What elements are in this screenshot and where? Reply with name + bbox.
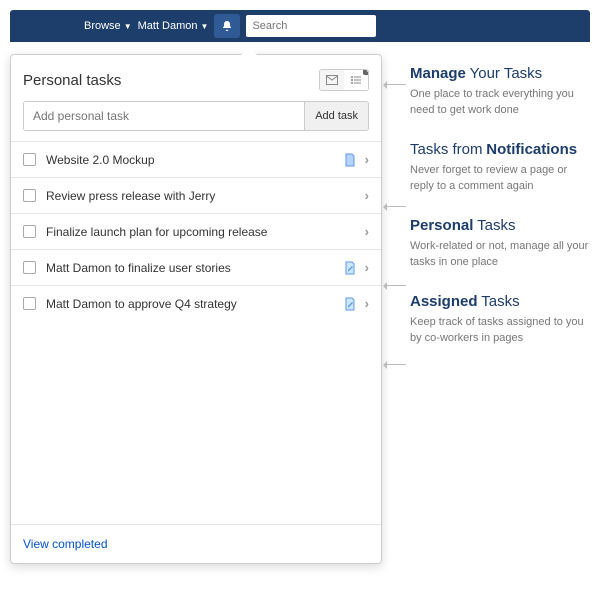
chevron-right-icon: › xyxy=(365,260,369,275)
view-inbox-button[interactable] xyxy=(320,70,344,90)
view-completed-link[interactable]: View completed xyxy=(23,537,108,551)
callout-arrow xyxy=(384,84,406,85)
task-text: Finalize launch plan for upcoming releas… xyxy=(46,225,365,239)
task-row[interactable]: Review press release with Jerry› xyxy=(11,177,381,213)
bell-icon xyxy=(221,20,233,32)
task-checkbox[interactable] xyxy=(23,225,36,238)
callout-arrow xyxy=(384,285,406,286)
task-checkbox[interactable] xyxy=(23,189,36,202)
browse-menu[interactable]: Browse▼ xyxy=(84,20,132,32)
search-box[interactable] xyxy=(246,15,376,37)
add-task-button[interactable]: Add task xyxy=(304,102,368,130)
add-task-input[interactable] xyxy=(24,102,304,130)
task-text: Matt Damon to finalize user stories xyxy=(46,261,343,275)
list-icon xyxy=(350,75,362,85)
task-count-badge: 0 xyxy=(363,69,369,75)
task-row[interactable]: Matt Damon to finalize user stories › xyxy=(11,249,381,285)
task-row[interactable]: Finalize launch plan for upcoming releas… xyxy=(11,213,381,249)
chevron-right-icon: › xyxy=(365,296,369,311)
chevron-right-icon: › xyxy=(365,188,369,203)
callout: Assigned Tasks Keep track of tasks assign… xyxy=(410,293,590,347)
edit-icon xyxy=(343,261,357,275)
callouts: Manage Your Tasks One place to track ever… xyxy=(410,65,590,369)
task-text: Website 2.0 Mockup xyxy=(46,153,343,167)
notifications-button[interactable] xyxy=(214,14,240,38)
callout: Personal Tasks Work-related or not, manag… xyxy=(410,217,590,271)
task-text: Review press release with Jerry xyxy=(46,189,365,203)
callout-desc: Keep track of tasks assigned to you by c… xyxy=(410,315,590,347)
callout-title: Assigned Tasks xyxy=(410,293,590,311)
add-task-row: Add task xyxy=(23,101,369,131)
callout-desc: Never forget to review a page or reply t… xyxy=(410,163,590,195)
page-icon xyxy=(343,153,357,167)
callout-desc: Work-related or not, manage all your tas… xyxy=(410,239,590,271)
task-list: Website 2.0 Mockup›Review press release … xyxy=(11,141,381,524)
task-row[interactable]: Matt Damon to approve Q4 strategy › xyxy=(11,285,381,321)
search-input[interactable] xyxy=(252,20,370,32)
edit-icon xyxy=(343,297,357,311)
callout-arrow xyxy=(384,364,406,365)
callout-desc: One place to track everything you need t… xyxy=(410,87,590,119)
task-text: Matt Damon to approve Q4 strategy xyxy=(46,297,343,311)
callout-title: Personal Tasks xyxy=(410,217,590,235)
view-toggle: 0 xyxy=(319,69,369,91)
envelope-icon xyxy=(326,75,338,85)
top-nav: Browse▼ Matt Damon▼ xyxy=(10,10,590,42)
user-menu[interactable]: Matt Damon▼ xyxy=(138,20,209,32)
task-checkbox[interactable] xyxy=(23,153,36,166)
callout: Manage Your Tasks One place to track ever… xyxy=(410,65,590,119)
callout-arrow xyxy=(384,206,406,207)
callout-title: Manage Your Tasks xyxy=(410,65,590,83)
callout: Tasks from Notifications Never forget to … xyxy=(410,141,590,195)
chevron-right-icon: › xyxy=(365,152,369,167)
chevron-right-icon: › xyxy=(365,224,369,239)
panel-title: Personal tasks xyxy=(23,72,121,89)
tasks-panel: Personal tasks 0 Add task Website 2.0 Mo… xyxy=(10,54,382,564)
callout-title: Tasks from Notifications xyxy=(410,141,590,159)
task-checkbox[interactable] xyxy=(23,297,36,310)
task-row[interactable]: Website 2.0 Mockup › xyxy=(11,141,381,177)
task-checkbox[interactable] xyxy=(23,261,36,274)
